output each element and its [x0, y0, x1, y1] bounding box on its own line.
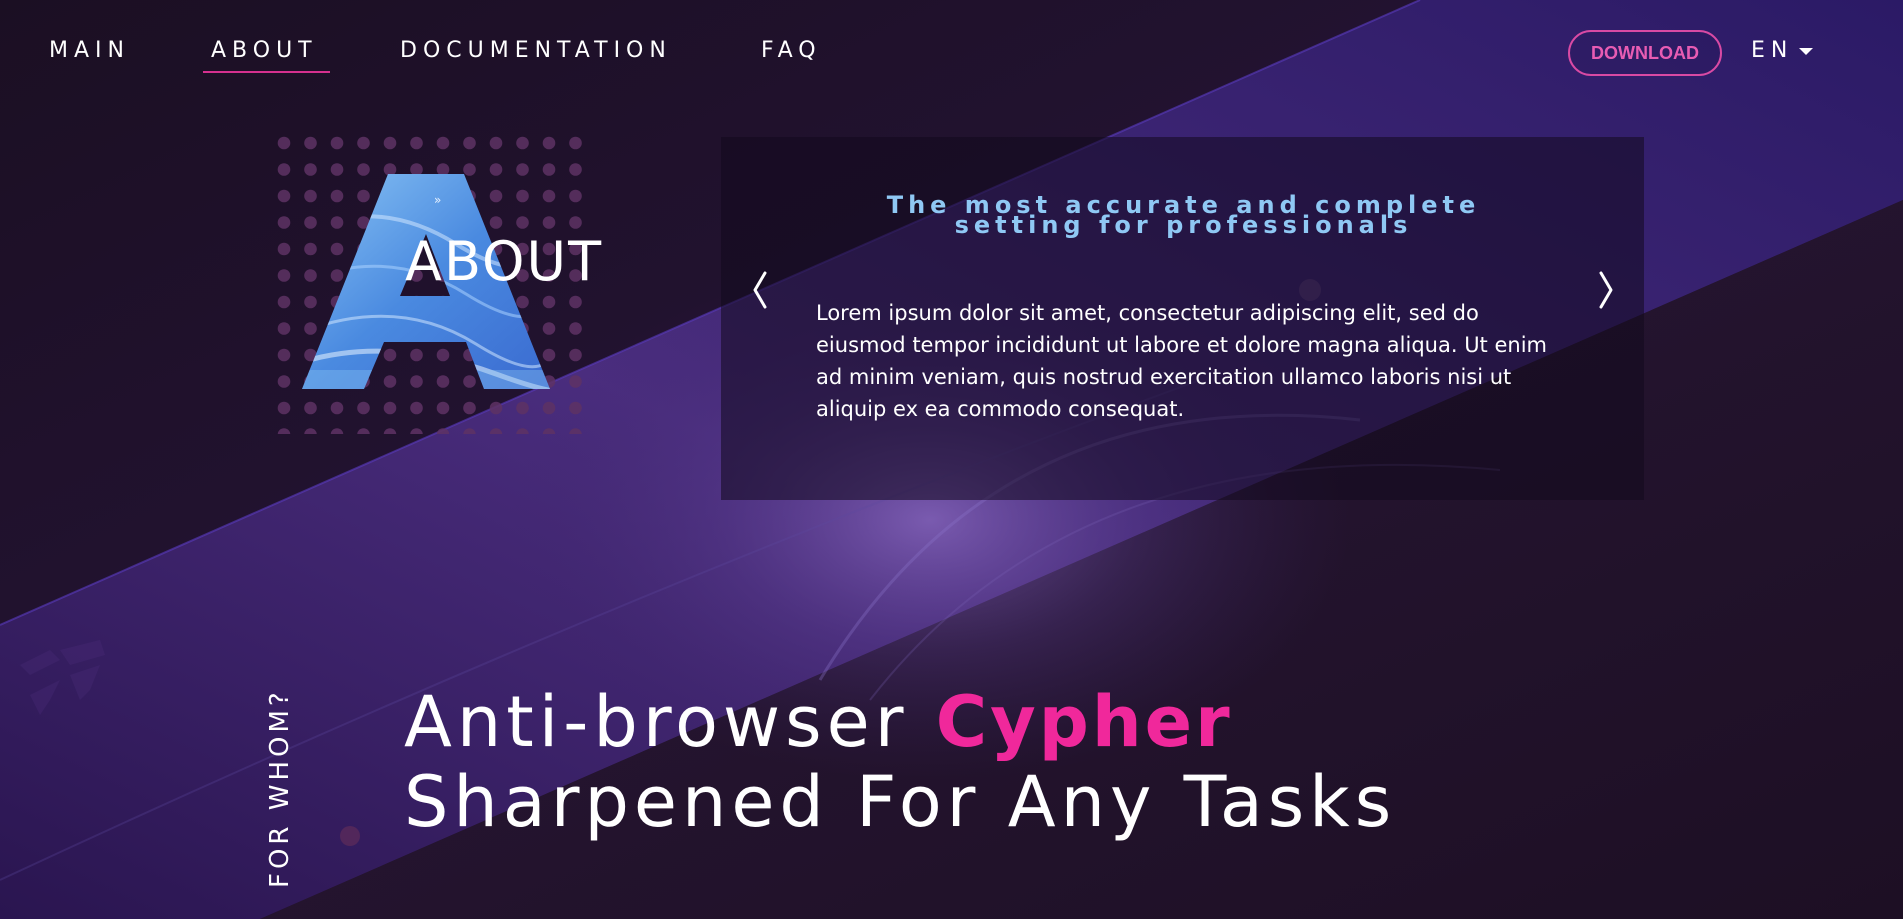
grid-dot	[357, 401, 370, 415]
grid-dot	[277, 269, 291, 282]
grid-dot	[304, 401, 317, 415]
grid-dot	[569, 401, 582, 415]
grid-dot	[569, 375, 582, 388]
chevron-right-icon[interactable]	[1589, 265, 1619, 315]
grid-dot	[569, 216, 582, 229]
grid-dot	[569, 163, 582, 176]
nav-about-link[interactable]: ABOUT	[203, 38, 330, 73]
grid-dot	[277, 322, 291, 335]
grid-dot	[357, 428, 370, 434]
info-slider-panel: The most accurate and complete setting f…	[721, 137, 1644, 500]
for-whom-vertical-label: FOR WHOM?	[265, 688, 295, 888]
slider-text: Lorem ipsum dolor sit amet, consectetur …	[816, 301, 1547, 421]
grid-dot	[516, 401, 529, 415]
grid-dot	[489, 401, 503, 415]
about-title: ABOUT	[405, 230, 604, 293]
grid-dot	[277, 295, 291, 309]
grid-dot	[410, 401, 423, 415]
grid-dot	[542, 428, 556, 434]
grid-dot	[569, 189, 582, 203]
grid-dot	[304, 136, 317, 150]
grid-dot	[569, 136, 582, 150]
grid-dot	[569, 348, 582, 362]
grid-dot	[383, 136, 397, 150]
grid-dot	[410, 136, 423, 150]
grid-dot	[463, 401, 476, 415]
grid-dot	[277, 348, 291, 362]
grid-dot	[277, 189, 291, 203]
grid-dot	[357, 136, 370, 150]
grid-dot	[569, 428, 582, 434]
grid-dot	[436, 428, 450, 434]
grid-dot	[569, 322, 582, 335]
nav-faq-link[interactable]: FAQ	[761, 38, 822, 64]
slider-title: The most accurate and complete setting f…	[886, 191, 1481, 239]
grid-dot	[277, 428, 291, 434]
grid-dot	[489, 428, 503, 434]
top-nav: MAIN ABOUT DOCUMENTATION FAQ DOWNLOAD EN	[0, 0, 1903, 100]
nav-documentation-link[interactable]: DOCUMENTATION	[400, 38, 672, 64]
grid-dot	[383, 428, 397, 434]
language-selector[interactable]: EN	[1751, 38, 1814, 64]
grid-dot	[516, 428, 529, 434]
caret-down-icon	[1799, 47, 1814, 55]
headline-line-2: Sharpened For Any Tasks	[404, 761, 1397, 843]
hero-headline: Anti-browser Cypher Sharpened For Any Ta…	[404, 682, 1396, 842]
language-label: EN	[1751, 38, 1794, 63]
headline-prefix: Anti-browser	[404, 681, 936, 763]
grid-dot	[277, 242, 291, 256]
grid-dot	[569, 295, 582, 309]
headline-line-1: Anti-browser Cypher	[404, 682, 1396, 762]
grid-dot	[383, 401, 397, 415]
nav-main-link[interactable]: MAIN	[49, 38, 130, 64]
grid-dot	[463, 428, 476, 434]
grid-dot	[330, 136, 344, 150]
grid-dot	[436, 401, 450, 415]
grid-dot	[410, 428, 423, 434]
grid-dot	[277, 401, 291, 415]
svg-text:»: »	[434, 193, 441, 207]
grid-dot	[489, 136, 503, 150]
headline-accent-cypher: Cypher	[935, 681, 1233, 763]
grid-dot	[277, 163, 291, 176]
grid-dot	[277, 375, 291, 388]
grid-dot	[463, 136, 476, 150]
grid-dot	[542, 136, 556, 150]
grid-dot	[304, 428, 317, 434]
grid-dot	[542, 401, 556, 415]
grid-dot	[516, 136, 529, 150]
grid-dot	[277, 216, 291, 229]
grid-dot	[436, 136, 450, 150]
grid-dot	[277, 136, 291, 150]
chevron-left-icon[interactable]	[747, 265, 777, 315]
download-button[interactable]: DOWNLOAD	[1568, 30, 1722, 76]
grid-dot	[330, 428, 344, 434]
grid-dot	[330, 401, 344, 415]
